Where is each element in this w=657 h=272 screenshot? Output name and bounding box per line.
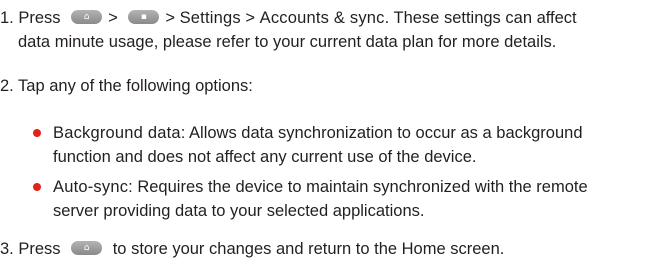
step-3-text: to store your changes and return to the …	[112, 240, 505, 258]
home-key-icon: ⌂	[71, 241, 103, 256]
step-3: 3. Press ⌂ to store your changes and ret…	[0, 237, 657, 261]
option-desc-line-2: function and does not affect any current…	[53, 148, 477, 166]
step-1-line-1: 1. Press ⌂ > ▪ > Settings > Accounts & syn…	[0, 6, 657, 30]
option-text: Background data: Allows data synchroniza…	[53, 121, 643, 169]
step-1-separator: >	[108, 9, 118, 27]
step-2-text: 2. Tap any of the following options:	[0, 77, 253, 95]
option-text: Auto-sync: Requires the device to mainta…	[53, 175, 643, 223]
settings-label: Settings	[179, 9, 241, 27]
menu-key-icon: ▪	[128, 10, 160, 25]
step-1-rest: . These settings can affect	[384, 9, 577, 27]
accounts-sync-label: Accounts & sync	[259, 9, 385, 27]
step-1-press: 1. Press	[0, 9, 61, 27]
bullet-icon	[33, 183, 41, 191]
step-2: 2. Tap any of the following options:	[0, 74, 657, 98]
bullet-icon	[33, 129, 41, 137]
option-desc-line-1: : Allows data synchronization to occur a…	[180, 124, 583, 142]
option-term: Auto-sync	[53, 178, 129, 196]
option-term: Background data	[53, 124, 181, 142]
option-desc-line-1: : Requires the device to maintain synchr…	[128, 178, 588, 196]
step-1: 1. Press ⌂ > ▪ > Settings > Accounts & syn…	[0, 6, 657, 54]
step-1-separator: >	[240, 9, 260, 27]
step-1-line-2: data minute usage, please refer to your …	[18, 33, 557, 51]
home-key-icon: ⌂	[71, 10, 103, 25]
step-3-press: 3. Press	[0, 240, 61, 258]
step-1-separator: >	[165, 9, 180, 27]
option-desc-line-2: server providing data to your selected a…	[53, 202, 425, 220]
